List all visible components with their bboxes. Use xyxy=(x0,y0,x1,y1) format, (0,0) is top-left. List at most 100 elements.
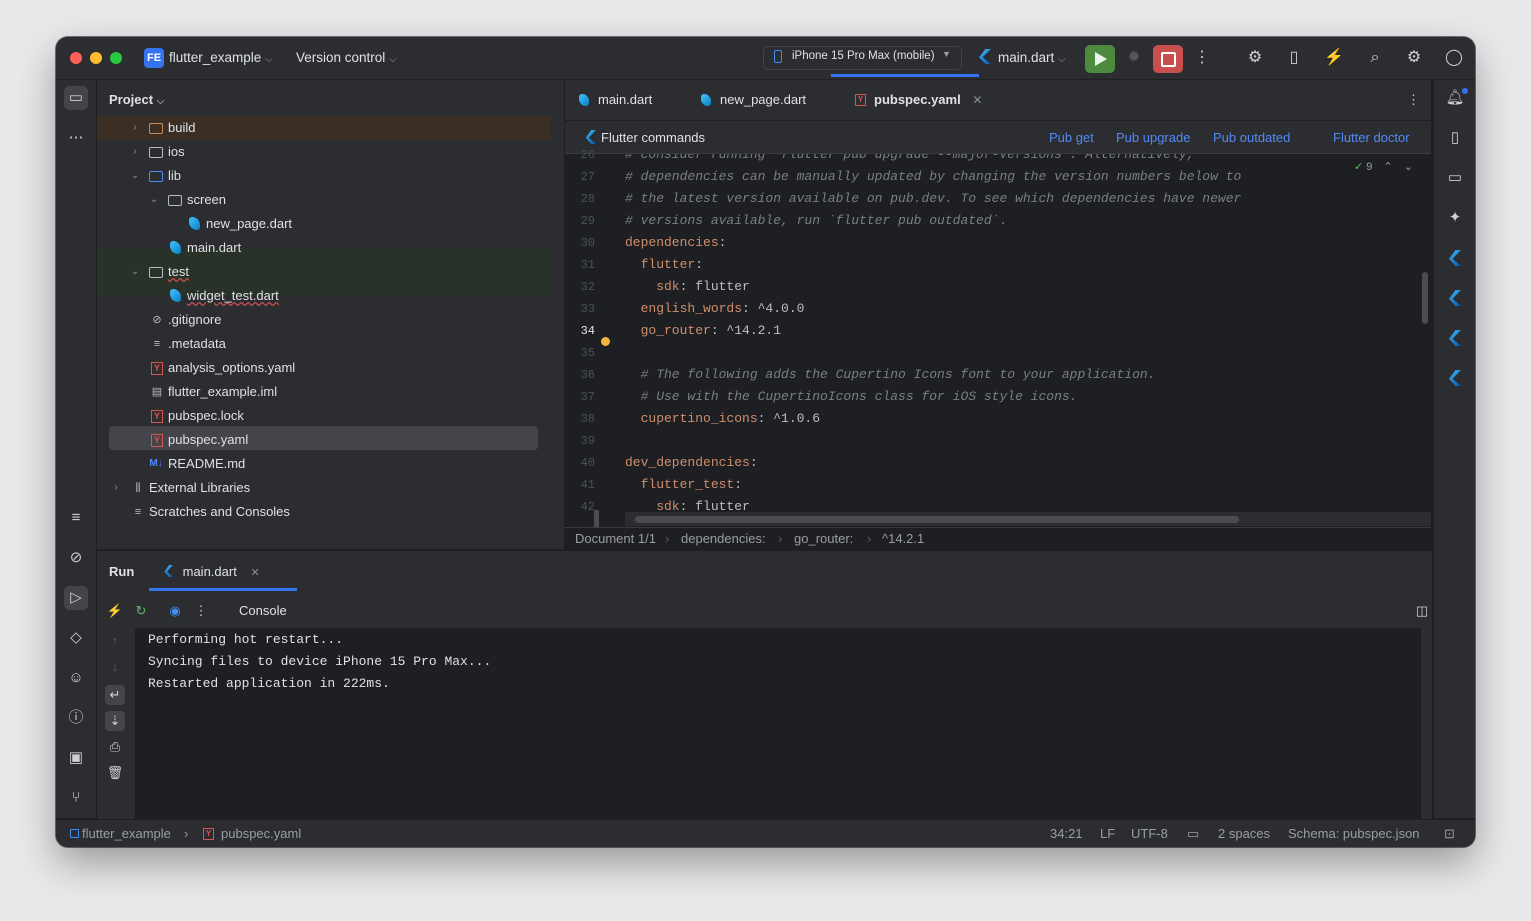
print-icon[interactable]: ⎙ xyxy=(105,737,125,757)
status-schema[interactable]: Schema: pubspec.json xyxy=(1288,820,1420,847)
running-devices-icon[interactable]: ▭ xyxy=(1443,166,1467,190)
arrow-up-icon[interactable]: ↑ xyxy=(105,631,125,651)
zoom-window-button[interactable] xyxy=(110,52,122,64)
console-output[interactable]: Performing hot restart... Syncing files … xyxy=(135,628,1421,819)
settings-gear-icon[interactable]: ⚙ xyxy=(1402,47,1426,69)
module-file-icon: ▤ xyxy=(151,386,163,398)
yaml-key: flutter xyxy=(625,257,696,272)
flutter-inspector-icon[interactable]: ⊘ xyxy=(64,546,88,570)
problems-icon[interactable]: ⓘ xyxy=(64,706,88,730)
breadcrumb-value[interactable]: ^14.2.1 xyxy=(882,528,924,550)
breadcrumb-dependencies[interactable]: dependencies: xyxy=(681,528,766,550)
version-control-menu[interactable]: Version control ⌵ xyxy=(296,50,397,65)
status-encoding[interactable]: UTF-8 xyxy=(1131,820,1168,847)
arrow-down-icon[interactable]: ↓ xyxy=(105,657,125,677)
device-explorer-icon[interactable]: ▯ xyxy=(1443,126,1467,150)
terminal-icon[interactable]: ▣ xyxy=(64,746,88,770)
git-branch-icon[interactable]: ⑂ xyxy=(64,786,88,810)
tab-new-page-dart[interactable]: new_page.dart xyxy=(701,80,806,120)
hot-restart-icon[interactable]: ↻ xyxy=(131,601,151,621)
breadcrumb-go-router[interactable]: go_router: xyxy=(794,528,853,550)
more-options-icon[interactable]: ⋮ xyxy=(191,601,211,621)
run-tab-main-dart[interactable]: main.dart ✕ xyxy=(163,564,260,579)
devtools-icon[interactable]: ◉ xyxy=(165,601,185,621)
run-config-selector[interactable]: main.dart ⌵ xyxy=(998,50,1066,65)
bug-icon[interactable]: ⚙ xyxy=(1243,47,1267,69)
status-indent[interactable]: 2 spaces xyxy=(1218,820,1270,847)
close-tab-icon[interactable]: ✕ xyxy=(972,93,982,107)
readonly-toggle-icon[interactable]: ▭ xyxy=(1187,820,1199,847)
run-button[interactable] xyxy=(1085,45,1115,73)
editor-vertical-scrollbar[interactable] xyxy=(1422,272,1428,324)
project-switcher[interactable]: flutter_example ⌵ xyxy=(169,50,273,65)
chevron-down-icon[interactable]: ⌄ xyxy=(1404,161,1413,173)
gem-icon[interactable]: ◇ xyxy=(64,626,88,650)
run-tool-icon[interactable]: ▷ xyxy=(64,586,88,610)
chevron-up-icon[interactable]: ⌃ xyxy=(1383,161,1392,173)
project-folder-icon[interactable]: ▭ xyxy=(64,86,88,110)
minimize-window-button[interactable] xyxy=(90,52,102,64)
inspection-widget[interactable]: ✓ 9 ⌃ ⌄ xyxy=(1350,160,1417,173)
tree-item-screen[interactable]: ⌄ screen xyxy=(97,188,552,212)
soft-wrap-icon[interactable]: ↵ xyxy=(105,685,125,705)
lightbulb-icon[interactable] xyxy=(601,337,610,346)
scroll-to-end-icon[interactable]: ⇣ xyxy=(105,711,125,731)
tab-pubspec-yaml[interactable]: Y pubspec.yaml ✕ xyxy=(855,80,982,120)
flutter-outline-icon[interactable] xyxy=(1449,290,1461,306)
tree-item-readme[interactable]: M↓ README.md xyxy=(97,452,552,476)
tree-item-main-dart[interactable]: main.dart xyxy=(97,236,552,260)
console-scrollbar[interactable] xyxy=(1421,628,1432,819)
flutter-devtools-icon[interactable] xyxy=(1449,370,1461,386)
status-file[interactable]: pubspec.yaml xyxy=(221,820,301,847)
ai-assistant-icon[interactable]: ✦ xyxy=(1443,206,1467,230)
tab-more-icon[interactable]: ⋮ xyxy=(1407,80,1420,120)
trash-icon[interactable]: 🗑︎ xyxy=(105,763,125,783)
tree-item-metadata[interactable]: ≡ .metadata xyxy=(97,332,552,356)
close-tab-icon[interactable]: ✕ xyxy=(250,567,259,579)
tree-item-iml[interactable]: ▤ flutter_example.iml xyxy=(97,380,552,404)
tree-item-label: pubspec.lock xyxy=(168,408,244,423)
hot-reload-icon[interactable]: ⚡ xyxy=(105,601,125,621)
device-manager-icon[interactable]: ▯ xyxy=(1282,47,1306,69)
tree-item-scratches[interactable]: ≡ Scratches and Consoles xyxy=(97,500,552,524)
cat-icon[interactable]: ☺ xyxy=(64,666,88,690)
tree-item-analysis-options[interactable]: Y analysis_options.yaml xyxy=(97,356,552,380)
tree-item-ios[interactable]: › ios xyxy=(97,140,552,164)
tree-item-build[interactable]: › build xyxy=(97,116,552,140)
more-actions-icon[interactable]: ⋮ xyxy=(1190,47,1214,69)
hot-reload-icon[interactable]: ⚡ xyxy=(1322,47,1346,69)
search-icon[interactable]: ⌕ xyxy=(1363,47,1387,69)
structure-icon[interactable]: ≡ xyxy=(64,506,88,530)
code-area[interactable]: # consider running `flutter pub upgrade … xyxy=(625,154,1431,510)
layout-icon[interactable]: ◫ xyxy=(1412,601,1432,621)
tab-main-dart[interactable]: main.dart xyxy=(579,80,652,120)
tree-item-pubspec-lock[interactable]: Y pubspec.lock xyxy=(97,404,552,428)
tree-item-new-page-dart[interactable]: new_page.dart xyxy=(97,212,552,236)
tree-item-pubspec-yaml[interactable]: Y pubspec.yaml xyxy=(97,428,552,452)
status-caret-position[interactable]: 34:21 xyxy=(1050,820,1083,847)
status-line-separator[interactable]: LF xyxy=(1100,820,1115,847)
account-icon[interactable]: ◯ xyxy=(1442,47,1466,69)
editor-horizontal-scrollbar[interactable] xyxy=(635,516,1239,523)
project-panel-title[interactable]: Project ⌵ xyxy=(109,92,164,107)
flutter-doctor-link[interactable]: Flutter doctor xyxy=(1333,130,1410,145)
tree-item-external-libraries[interactable]: › ⫼ External Libraries xyxy=(97,476,552,500)
tree-item-widget-test-dart[interactable]: widget_test.dart xyxy=(97,284,552,308)
pub-outdated-link[interactable]: Pub outdated xyxy=(1213,130,1290,145)
tree-item-gitignore[interactable]: ⊘ .gitignore xyxy=(97,308,552,332)
unlock-icon[interactable]: ⊡ xyxy=(1444,820,1455,847)
tree-item-test[interactable]: ⌄ test xyxy=(97,260,552,284)
pub-get-link[interactable]: Pub get xyxy=(1049,130,1094,145)
device-selector[interactable]: iPhone 15 Pro Max (mobile) ▼ xyxy=(763,46,962,70)
flutter-performance-icon[interactable] xyxy=(1449,330,1461,346)
debug-icon[interactable]: ✹ xyxy=(1122,47,1146,69)
flutter-inspector-icon[interactable] xyxy=(1449,250,1461,266)
breadcrumb-document[interactable]: Document 1/1 xyxy=(575,528,656,550)
status-project[interactable]: flutter_example xyxy=(82,820,171,847)
console-tab[interactable]: Console xyxy=(239,603,287,618)
tree-item-lib[interactable]: ⌄ lib xyxy=(97,164,552,188)
close-window-button[interactable] xyxy=(70,52,82,64)
stop-button[interactable] xyxy=(1153,45,1183,73)
more-tools-icon[interactable]: ⋯ xyxy=(64,126,88,150)
pub-upgrade-link[interactable]: Pub upgrade xyxy=(1116,130,1190,145)
